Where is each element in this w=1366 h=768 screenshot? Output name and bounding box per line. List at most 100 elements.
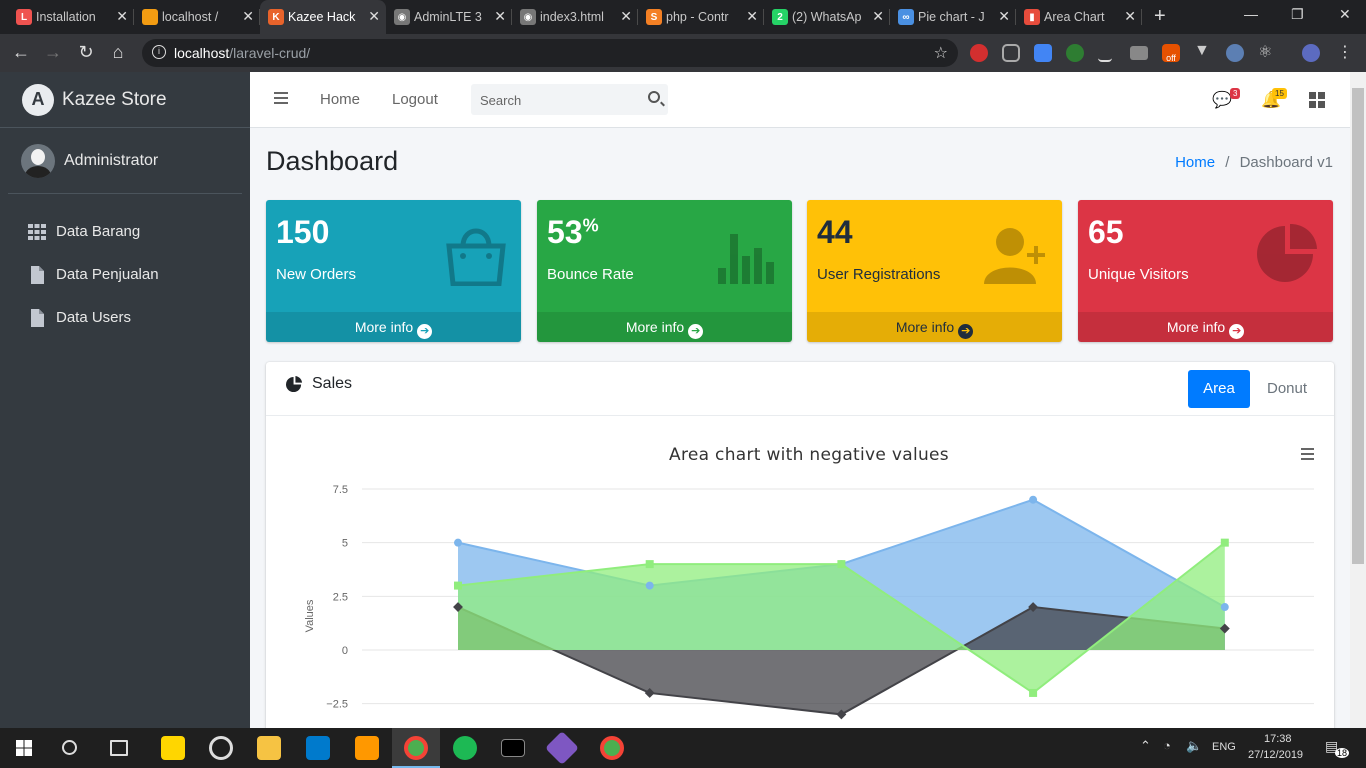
- volume-icon[interactable]: 🔈: [1186, 738, 1202, 754]
- site-info-icon[interactable]: i: [152, 45, 166, 59]
- windows-start-icon[interactable]: [16, 740, 32, 756]
- home-icon[interactable]: ⌂: [107, 42, 129, 63]
- pocket-icon[interactable]: [1002, 44, 1020, 62]
- sidebar-item-data-penjualan[interactable]: Data Penjualan: [0, 253, 250, 296]
- tab-close-icon[interactable]: ✕: [116, 8, 128, 25]
- search-input[interactable]: Search: [471, 84, 668, 115]
- vscode-icon[interactable]: [306, 736, 330, 760]
- more-info-link[interactable]: More info ➔: [1078, 312, 1333, 342]
- nav-home-link[interactable]: Home: [320, 91, 360, 108]
- search-icon[interactable]: [648, 91, 660, 103]
- back-icon[interactable]: ←: [10, 42, 32, 63]
- git-client-icon[interactable]: [545, 731, 579, 765]
- more-info-link[interactable]: More info ➔: [266, 312, 521, 342]
- browser-tab[interactable]: Sphp - Contr ✕: [638, 0, 764, 34]
- data-point[interactable]: [454, 581, 462, 590]
- sidebar: A Kazee Store Administrator Data Barang …: [0, 72, 250, 728]
- browser-tab[interactable]: ▮ Area Chart ✕: [1016, 0, 1142, 34]
- data-point[interactable]: [1029, 495, 1038, 504]
- tab-area[interactable]: Area: [1188, 370, 1250, 408]
- minimize-button[interactable]: —: [1244, 6, 1258, 22]
- reload-icon[interactable]: ↻: [75, 42, 97, 63]
- tab-close-icon[interactable]: ✕: [746, 8, 758, 25]
- wifi-icon[interactable]: ◔: [1163, 738, 1171, 753]
- pie-chart-icon: [1257, 224, 1317, 282]
- tab-close-icon[interactable]: ✕: [872, 8, 884, 25]
- page-title: Dashboard: [266, 146, 399, 176]
- browser-tab[interactable]: localhost / ✕: [134, 0, 260, 34]
- maximize-button[interactable]: ❐: [1291, 6, 1304, 23]
- pen-icon[interactable]: [1098, 44, 1112, 62]
- file-explorer-icon[interactable]: [257, 736, 281, 760]
- nav-logout-link[interactable]: Logout: [392, 91, 438, 108]
- browser-tab[interactable]: ∞ Pie chart - J ✕: [890, 0, 1016, 34]
- data-point[interactable]: [1220, 538, 1229, 547]
- chrome-icon[interactable]: [600, 736, 624, 760]
- clock-time[interactable]: 17:38: [1264, 733, 1292, 745]
- data-point[interactable]: [645, 581, 654, 590]
- chart-menu-icon[interactable]: [1301, 448, 1314, 460]
- apps-grid-icon[interactable]: [1309, 92, 1325, 108]
- brand-link[interactable]: A Kazee Store: [0, 72, 250, 128]
- camera-icon[interactable]: [1130, 46, 1148, 60]
- browser-tab[interactable]: ◉ AdminLTE 3 ✕: [386, 0, 512, 34]
- terminal-icon[interactable]: [501, 739, 525, 757]
- clock-date[interactable]: 27/12/2019: [1248, 749, 1303, 761]
- tab-close-icon[interactable]: ✕: [620, 8, 632, 25]
- chevron-up-icon[interactable]: ⌃: [1140, 738, 1151, 754]
- breadcrumb-home-link[interactable]: Home: [1175, 154, 1215, 171]
- react-devtools-icon[interactable]: ⚛: [1258, 42, 1276, 61]
- data-point[interactable]: [1029, 688, 1038, 697]
- browser-tab[interactable]: L Installation ✕: [8, 0, 134, 34]
- search-icon[interactable]: [62, 740, 77, 755]
- page-scrollbar[interactable]: [1350, 72, 1366, 728]
- menu-kebab-icon[interactable]: ⋮: [1336, 42, 1354, 61]
- tab-close-icon[interactable]: ✕: [1124, 8, 1136, 25]
- chrome-taskbar-active[interactable]: [392, 728, 440, 768]
- scrollbar-thumb[interactable]: [1352, 88, 1364, 564]
- hamburger-menu-icon[interactable]: [274, 92, 288, 104]
- extension-icon[interactable]: [1226, 44, 1244, 62]
- sidebar-item-data-barang[interactable]: Data Barang: [0, 210, 250, 253]
- sublime-text-icon[interactable]: [355, 736, 379, 760]
- vue-devtools-icon[interactable]: ▼: [1194, 42, 1212, 60]
- more-info-link[interactable]: More info ➔: [537, 312, 792, 342]
- sticky-notes-icon[interactable]: [161, 736, 185, 760]
- new-tab-button[interactable]: +: [1154, 5, 1166, 28]
- bookmark-star-icon[interactable]: ☆: [934, 43, 948, 63]
- address-bar[interactable]: i localhost/laravel-crud/ ☆: [142, 39, 958, 67]
- area-chart-svg: Area chart with negative values Values 7…: [304, 445, 1314, 720]
- off-extension-icon[interactable]: off: [1162, 44, 1180, 63]
- forward-icon[interactable]: →: [42, 42, 64, 63]
- browser-tab[interactable]: 2 (2) WhatsAp ✕: [764, 0, 890, 34]
- windows-taskbar: ⌃ ◔ 🔈 ENG 17:38 27/12/2019 ▤ 18: [0, 728, 1366, 768]
- tab-close-icon[interactable]: ✕: [998, 8, 1010, 25]
- data-point[interactable]: [454, 538, 462, 547]
- browser-tab[interactable]: K Kazee Hack ✕: [260, 0, 386, 34]
- comments-icon[interactable]: 💬: [1212, 90, 1232, 110]
- browser-tab[interactable]: ◉ index3.html ✕: [512, 0, 638, 34]
- translate-icon[interactable]: [1034, 44, 1052, 62]
- user-name: Administrator: [64, 151, 159, 169]
- data-point[interactable]: [1220, 603, 1229, 612]
- more-info-link[interactable]: More info ➔: [807, 312, 1062, 342]
- app-icon[interactable]: [209, 736, 233, 760]
- extension-icon[interactable]: [1066, 44, 1084, 62]
- data-point[interactable]: [837, 560, 846, 569]
- extension-icon[interactable]: [970, 44, 988, 62]
- breadcrumb-separator: /: [1225, 154, 1230, 171]
- tab-close-icon[interactable]: ✕: [494, 8, 506, 25]
- spotify-icon[interactable]: [453, 736, 477, 760]
- tab-donut[interactable]: Donut: [1256, 370, 1318, 408]
- language-indicator[interactable]: ENG: [1212, 741, 1236, 753]
- sidebar-item-data-users[interactable]: Data Users: [0, 296, 250, 339]
- profile-avatar[interactable]: [1302, 44, 1320, 62]
- task-view-icon[interactable]: [110, 740, 128, 756]
- tab-close-icon[interactable]: ✕: [242, 8, 254, 25]
- tab-close-icon[interactable]: ✕: [368, 8, 380, 25]
- user-panel[interactable]: Administrator: [8, 128, 242, 194]
- data-point[interactable]: [645, 560, 654, 569]
- arrow-circle-right-icon: ➔: [1229, 324, 1245, 339]
- tab-favicon-icon: ◉: [520, 9, 536, 25]
- close-window-button[interactable]: ✕: [1339, 6, 1351, 23]
